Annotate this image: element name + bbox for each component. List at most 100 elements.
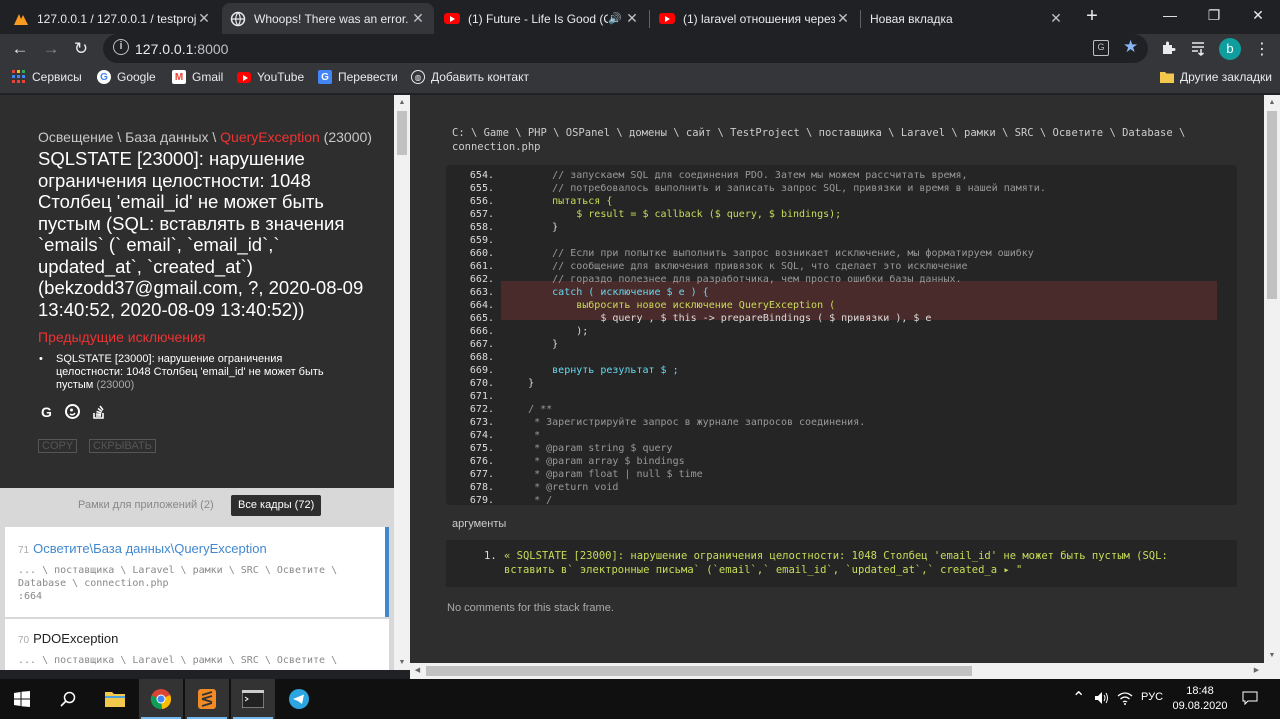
tab-all-frames[interactable]: Все кадры (72) <box>231 495 322 516</box>
code-line: 663. catch ( исключение $ e ) { <box>446 286 1237 299</box>
scroll-down-arrow[interactable]: ▼ <box>1264 648 1280 663</box>
scrollbar-thumb[interactable] <box>1267 111 1277 299</box>
translate-icon[interactable]: G <box>1093 40 1109 56</box>
file-path: C: \ Game \ PHP \ OSPanel \ домены \ сай… <box>452 127 1186 153</box>
frame-class: Осветите\База данных\QueryException <box>33 541 267 556</box>
stack-frame[interactable]: 70 PDOException ... \ поставщика \ Larave… <box>5 619 389 670</box>
close-icon[interactable]: ✕ <box>410 10 426 27</box>
bookmark-youtube[interactable]: YouTube <box>237 70 304 84</box>
windows-start-icon[interactable] <box>0 679 44 719</box>
arguments-box: 1. « SQLSTATE [23000]: нарушение огранич… <box>446 540 1237 587</box>
horizontal-scrollbar[interactable]: ◀ ▶ <box>410 663 1280 679</box>
close-icon[interactable]: ✕ <box>1048 10 1064 27</box>
taskbar-clock[interactable]: 18:48 09.08.2020 <box>1172 684 1228 714</box>
search-links: G <box>38 403 107 420</box>
sublime-text-icon[interactable] <box>185 679 229 719</box>
forward-button[interactable]: → <box>38 36 64 62</box>
scroll-right-arrow[interactable]: ▶ <box>1249 663 1264 679</box>
tab-youtube-future[interactable]: (1) Future - Life Is Good (O 🔊 ✕ <box>436 3 648 34</box>
youtube-icon <box>237 70 251 84</box>
speaker-icon[interactable]: 🔊 <box>608 12 624 25</box>
tray-expand-icon[interactable]: ⌃ <box>1072 688 1085 708</box>
profile-avatar[interactable]: b <box>1219 38 1241 60</box>
right-scrollbar[interactable]: ▲ ▼ <box>1264 95 1280 663</box>
code-line: 657. $ result = $ callback ($ query, $ b… <box>446 208 1237 221</box>
scroll-up-arrow[interactable]: ▲ <box>1264 95 1280 110</box>
copy-button[interactable]: COPY <box>38 439 78 453</box>
reload-button[interactable]: ↻ <box>68 36 94 62</box>
search-icon[interactable] <box>46 679 90 719</box>
telegram-icon[interactable] <box>277 679 321 719</box>
line-code: // гораздо полезнее для разработчика, че… <box>504 274 962 285</box>
close-icon[interactable]: ✕ <box>196 10 212 27</box>
left-scrollbar[interactable]: ▲ ▼ <box>394 95 410 670</box>
file-explorer-icon[interactable] <box>93 679 137 719</box>
line-code: $ result = $ callback ($ query, $ bindin… <box>504 209 842 220</box>
code-panel: C: \ Game \ PHP \ OSPanel \ домены \ сай… <box>410 95 1264 663</box>
line-number: 660. <box>469 248 494 259</box>
volume-icon[interactable] <box>1094 691 1110 708</box>
scroll-down-arrow[interactable]: ▼ <box>394 655 410 670</box>
stack-frame-active[interactable]: 71 Осветите\База данных\QueryException ..… <box>5 527 389 617</box>
bookmark-google[interactable]: G Google <box>97 70 156 84</box>
exception-message: SQLSTATE [23000]: нарушение ограничения … <box>38 148 364 320</box>
code-line: 678. * @return void <box>446 481 1237 494</box>
bookmark-gmail[interactable]: M Gmail <box>172 70 223 84</box>
line-code: / ** <box>504 404 553 415</box>
tab-whoops[interactable]: Whoops! There was an error. ✕ <box>222 3 434 34</box>
tab-application-frames[interactable]: Рамки для приложений (2) <box>71 495 221 516</box>
restore-button[interactable]: ❐ <box>1192 0 1236 30</box>
tab-youtube-laravel[interactable]: (1) laravel отношения через ф ✕ <box>651 3 859 34</box>
language-indicator[interactable]: РУС <box>1141 691 1163 703</box>
frame-number: 70 <box>18 635 30 646</box>
code-line: 677. * @param float | null $ time <box>446 468 1237 481</box>
code-line: 654. // запускаем SQL для соединения PDO… <box>446 169 1237 182</box>
minimize-button[interactable]: — <box>1148 0 1192 30</box>
line-code: * @param array $ bindings <box>504 456 685 467</box>
bookmark-translate[interactable]: G Перевести <box>318 70 398 84</box>
menu-icon[interactable]: ⋮ <box>1254 39 1270 59</box>
scroll-left-arrow[interactable]: ◀ <box>410 663 425 679</box>
tab-new[interactable]: Новая вкладка ✕ <box>862 3 1072 34</box>
info-icon[interactable]: i <box>113 39 129 55</box>
terminal-icon[interactable] <box>231 679 275 719</box>
previous-exceptions-list: SQLSTATE [23000]: нарушение ограничения … <box>39 353 346 392</box>
line-number: 679. <box>469 495 494 505</box>
other-bookmarks[interactable]: Другие закладки <box>1160 70 1272 84</box>
stackoverflow-search-icon[interactable] <box>90 403 107 420</box>
close-icon[interactable]: ✕ <box>624 10 640 27</box>
close-icon[interactable]: ✕ <box>835 10 851 27</box>
code-line: 658. } <box>446 221 1237 234</box>
line-code: * Зарегистрируйте запрос в журнале запро… <box>504 417 866 428</box>
hide-button[interactable]: СКРЫВАТЬ <box>89 439 156 453</box>
extensions-icon[interactable] <box>1160 40 1176 56</box>
scrollbar-thumb[interactable] <box>397 111 407 155</box>
frame-number: 71 <box>18 545 30 556</box>
url-text[interactable]: 127.0.0.1:8000 <box>135 41 228 57</box>
frame-path: ... \ поставщика \ Laravel \ рамки \ SRC… <box>18 655 338 666</box>
bookmark-add-contact[interactable]: ◍ Добавить контакт <box>411 70 529 84</box>
frame-filter-tabs: Рамки для приложений (2) Все кадры (72) <box>0 488 394 520</box>
code-line: 660. // Если при попытке выполнить запро… <box>446 247 1237 260</box>
wifi-icon[interactable] <box>1117 691 1133 708</box>
back-button[interactable]: ← <box>7 36 33 62</box>
bookmark-services[interactable]: Сервисы <box>12 70 82 84</box>
line-number: 663. <box>469 287 494 298</box>
close-window-button[interactable]: ✕ <box>1236 0 1280 30</box>
gmail-icon: M <box>172 70 186 84</box>
browser-toolbar: ← → ↻ i 127.0.0.1:8000 G ★ b ⋮ <box>0 34 1280 64</box>
reading-list-icon[interactable] <box>1190 40 1206 56</box>
duckduckgo-search-icon[interactable] <box>64 403 81 420</box>
address-bar[interactable]: i 127.0.0.1:8000 G ★ <box>103 34 1148 63</box>
scrollbar-thumb[interactable] <box>426 666 972 676</box>
line-number: 678. <box>469 482 494 493</box>
new-tab-button[interactable]: + <box>1080 4 1104 28</box>
scroll-up-arrow[interactable]: ▲ <box>394 95 410 110</box>
notifications-icon[interactable] <box>1242 691 1258 708</box>
chrome-taskbar-icon[interactable] <box>139 679 183 719</box>
google-search-icon[interactable]: G <box>38 403 55 420</box>
exception-header: Освещение \ База данных \ QueryException… <box>0 95 394 488</box>
bookmark-star-icon[interactable]: ★ <box>1123 37 1138 57</box>
line-code: пытаться { <box>504 196 613 207</box>
tab-phpmyadmin[interactable]: 127.0.0.1 / 127.0.0.1 / testproje ✕ <box>5 3 220 34</box>
